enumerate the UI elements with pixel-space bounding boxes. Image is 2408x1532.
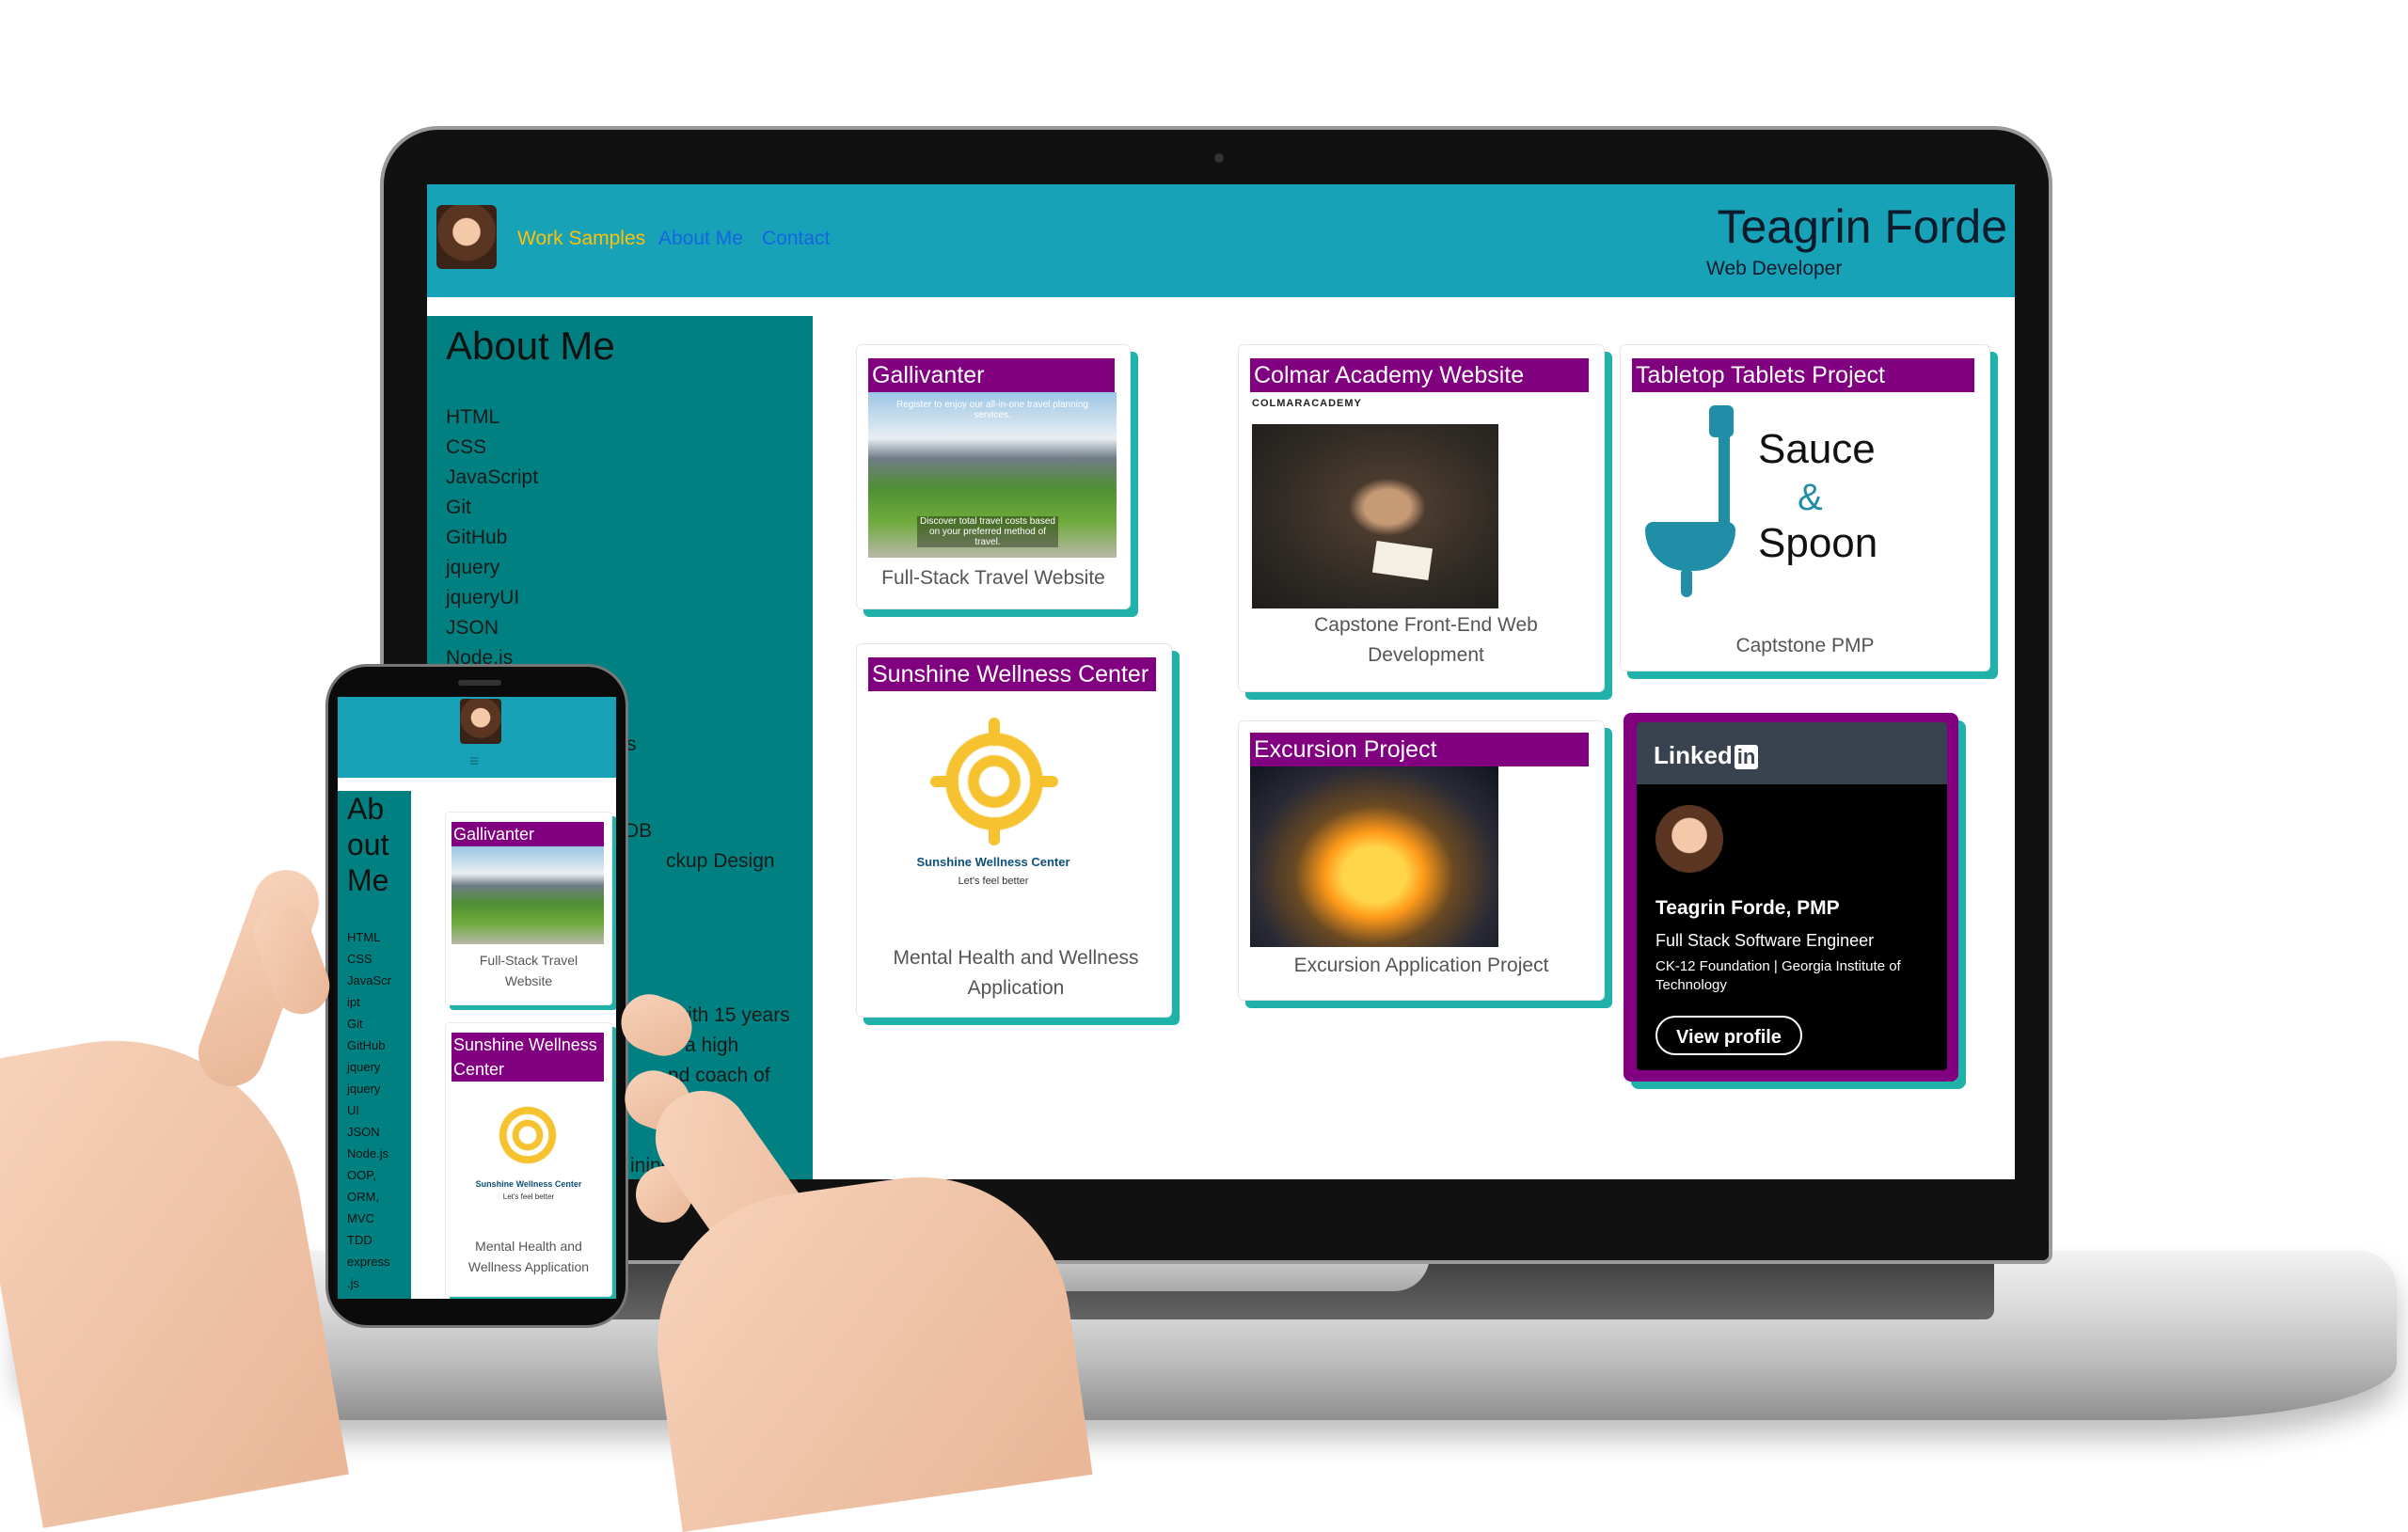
skill-item: Node.js: [347, 1146, 389, 1161]
card-caption: Full-Stack Travel Website: [479, 953, 578, 988]
site-subtitle: Web Developer: [1706, 258, 1843, 279]
card-title: Sunshine Wellness Center: [452, 1033, 604, 1082]
project-card-tabletop[interactable]: Tabletop Tablets Project Sauce & Spoon C…: [1620, 344, 1990, 671]
mobile-about-title: Ab out Me: [347, 792, 389, 897]
card-title: Gallivanter: [868, 358, 1115, 392]
nav-work-samples[interactable]: Work Samples: [517, 228, 645, 250]
skill-item: HTML: [347, 930, 381, 944]
image-caption-bottom: Discover total travel costs based on you…: [917, 516, 1058, 547]
avatar: [460, 699, 501, 744]
skill-item: HTML: [446, 406, 500, 428]
logo-tagline: Let's feel better: [958, 876, 1029, 887]
project-card-colmar[interactable]: Colmar Academy Website COLMARACADEMY Cap…: [1238, 344, 1605, 692]
about-fragment: DB: [625, 820, 653, 842]
skill-item: ipt: [347, 995, 360, 1009]
skill-item: GitHub: [347, 1038, 386, 1052]
avatar: [1656, 805, 1723, 873]
project-card-sunshine[interactable]: Sunshine Wellness Center Sunshine Wellne…: [856, 643, 1172, 1018]
skill-item: jquery: [446, 557, 500, 578]
webcam-icon: [1214, 153, 1224, 163]
sun-logo-icon: [930, 718, 1058, 845]
skill-item: jquery: [347, 1082, 381, 1096]
skill-item: MVC: [347, 1211, 374, 1225]
logo-word-sauce: Sauce: [1758, 426, 1876, 472]
project-image: [1250, 766, 1498, 947]
phone: ≡ Ab out Me HTML CSS JavaScr ipt Git Git…: [325, 664, 628, 1328]
skill-item: OOP,: [347, 1168, 376, 1182]
site-title: Teagrin Forde: [1717, 200, 2008, 253]
nav-contact[interactable]: Contact: [762, 228, 830, 250]
about-fragment: nd coach of: [668, 1065, 770, 1086]
phone-speaker: [458, 680, 501, 686]
card-title: Excursion Project: [1250, 733, 1589, 766]
project-card-excursion[interactable]: Excursion Project Excursion Application …: [1238, 720, 1605, 1001]
about-fragment: ckup Design: [666, 850, 775, 872]
mobile-header: ≡: [338, 697, 616, 778]
logo-tagline: Let's feel better: [502, 1192, 555, 1201]
card-title: Colmar Academy Website: [1250, 358, 1589, 392]
about-title: About Me: [446, 324, 615, 368]
project-image: [452, 846, 604, 944]
skill-item: CSS: [446, 436, 487, 458]
skill-item: Git: [347, 1017, 363, 1031]
skill-item: .js: [347, 1276, 359, 1290]
skill-item: GitHub: [446, 527, 508, 548]
skill-item: jquery: [347, 1060, 381, 1074]
ladle-icon: [1645, 400, 1749, 616]
linkedin-inner: Linked in Teagrin Forde, PMP Full Stack S…: [1637, 722, 1947, 1070]
mobile-card-gallivanter[interactable]: Gallivanter Full-Stack Travel Website: [445, 812, 612, 1005]
logo-ampersand: &: [1798, 477, 1823, 518]
card-caption: Capstone Front-End Web Development: [1314, 614, 1538, 666]
nav-about-me[interactable]: About Me: [658, 228, 743, 250]
colmar-logo-text: COLMARACADEMY: [1252, 398, 1362, 409]
logo-name: Sunshine Wellness Center: [916, 855, 1070, 869]
sun-logo-icon: [495, 1102, 561, 1168]
logo-name: Sunshine Wellness Center: [475, 1179, 582, 1189]
skill-item: JSON: [347, 1125, 380, 1139]
left-hand: [0, 1011, 349, 1528]
card-caption: Captstone PMP: [1735, 635, 1875, 656]
hamburger-menu-icon[interactable]: ≡: [469, 751, 480, 771]
card-caption: Excursion Application Project: [1293, 955, 1549, 976]
project-image: [1252, 424, 1498, 608]
skill-item: Git: [446, 497, 471, 518]
linkedin-logo: Linked in: [1654, 741, 1759, 770]
skill-item: ORM,: [347, 1190, 379, 1204]
skill-item: jqueryUI: [446, 587, 520, 608]
skill-item: JavaScr: [347, 973, 391, 987]
site-header: Work Samples About Me Contact Teagrin Fo…: [427, 184, 2015, 297]
avatar: [436, 205, 497, 269]
logo-word-spoon: Spoon: [1758, 520, 1878, 566]
project-card-gallivanter[interactable]: Gallivanter Register to enjoy our all-in…: [856, 344, 1131, 609]
skill-item: TDD: [347, 1233, 372, 1247]
linkedin-logo-text: Linked: [1654, 741, 1733, 769]
card-title: Gallivanter: [452, 822, 604, 846]
skill-item: JavaScript: [446, 466, 539, 488]
phone-screen: ≡ Ab out Me HTML CSS JavaScr ipt Git Git…: [338, 697, 616, 1299]
card-caption: Mental Health and Wellness Application: [893, 947, 1139, 999]
skill-item: CSS: [347, 952, 372, 966]
skill-item: UI: [347, 1103, 359, 1117]
skill-item: JSON: [446, 617, 499, 639]
card-title: Tabletop Tablets Project: [1632, 358, 1974, 392]
image-caption-top: Register to enjoy our all-in-one travel …: [895, 400, 1088, 420]
about-fragment: a high: [685, 1034, 739, 1056]
mobile-about-panel: Ab out Me HTML CSS JavaScr ipt Git GitHu…: [338, 791, 411, 1299]
linkedin-org: CK-12 Foundation | Georgia Institute of …: [1656, 958, 1901, 993]
view-profile-button[interactable]: View profile: [1656, 1016, 1802, 1055]
linkedin-role: Full Stack Software Engineer: [1656, 931, 1875, 950]
about-fragment: s: [626, 734, 637, 755]
linkedin-name: Teagrin Forde, PMP: [1656, 897, 1840, 919]
linkedin-badge: Linked in Teagrin Forde, PMP Full Stack S…: [1624, 713, 1958, 1082]
project-image: Register to enjoy our all-in-one travel …: [868, 392, 1117, 558]
card-caption: Mental Health and Wellness Application: [467, 1239, 590, 1274]
linkedin-bar: Linked in: [1637, 722, 1947, 784]
mobile-card-sunshine[interactable]: Sunshine Wellness Center Sunshine Wellne…: [445, 1022, 612, 1297]
card-title: Sunshine Wellness Center: [868, 657, 1156, 691]
skill-item: express: [347, 1255, 390, 1269]
linkedin-in-icon: in: [1734, 745, 1759, 769]
card-caption: Full-Stack Travel Website: [881, 567, 1105, 589]
about-fragment: with 15 years: [673, 1004, 790, 1026]
